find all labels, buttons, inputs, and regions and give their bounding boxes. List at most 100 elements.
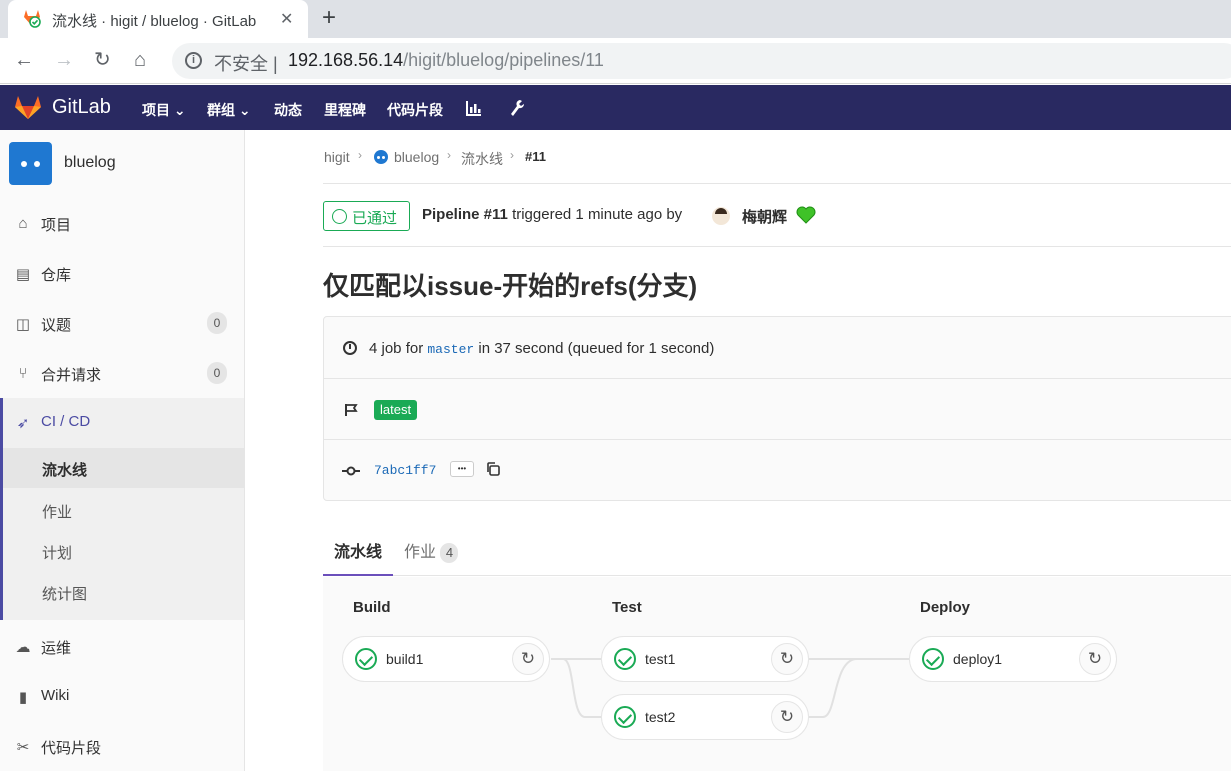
duration-text: 4 job for master in 37 second (queued fo… bbox=[369, 340, 715, 357]
sidebar-subitem-charts[interactable]: 统计图 bbox=[3, 572, 244, 612]
success-status-icon bbox=[614, 706, 636, 728]
pipeline-graph: Build Test Deploy build1 ↻ test1 ↻ test2… bbox=[323, 577, 1231, 771]
sidebar-item-issues[interactable]: ◫ 议题 0 bbox=[0, 299, 244, 349]
commit-icon bbox=[342, 464, 360, 478]
stage-deploy-title: Deploy bbox=[920, 599, 971, 616]
retry-icon[interactable]: ↻ bbox=[771, 701, 803, 733]
sidebar-subitem-schedules[interactable]: 计划 bbox=[3, 531, 244, 571]
sidebar-cicd-section: ➶ CI / CD 流水线 作业 计划 统计图 bbox=[0, 398, 244, 620]
breadcrumb-higit[interactable]: higit bbox=[324, 149, 350, 165]
tab-jobs[interactable]: 作业 4 bbox=[404, 538, 459, 563]
pipeline-tags-row: latest bbox=[324, 379, 1231, 440]
job-name: test2 bbox=[645, 709, 676, 725]
user-name[interactable]: 梅朝辉 bbox=[742, 206, 787, 227]
job-name: deploy1 bbox=[953, 651, 1003, 667]
new-tab-button[interactable]: + bbox=[322, 6, 336, 30]
sidebar-item-project[interactable]: ⌂ 项目 bbox=[0, 199, 244, 249]
chevron-right-icon: › bbox=[510, 148, 514, 162]
pipeline-info: Pipeline #11 triggered 1 minute ago by 梅… bbox=[422, 206, 816, 226]
sidebar-item-label: 议题 bbox=[41, 317, 72, 334]
nav-activity[interactable]: 动态 bbox=[274, 100, 302, 120]
breadcrumb-bluelog[interactable]: bluelog bbox=[394, 149, 439, 165]
reload-icon[interactable]: ↻ bbox=[94, 48, 111, 72]
address-bar[interactable]: i 不安全 | 192.168.56.14/higit/bluelog/pipe… bbox=[172, 43, 1231, 79]
sidebar-subitem-label: 统计图 bbox=[42, 586, 88, 603]
doc-icon: ▤ bbox=[15, 266, 31, 283]
success-status-icon bbox=[355, 648, 377, 670]
home-icon[interactable]: ⌂ bbox=[134, 48, 146, 72]
nav-groups[interactable]: 群组 ⌄ bbox=[207, 100, 251, 120]
sidebar-item-operations[interactable]: ☁ 运维 bbox=[0, 622, 244, 672]
project-avatar[interactable] bbox=[9, 142, 52, 185]
breadcrumb-pipelines[interactable]: 流水线 bbox=[461, 149, 503, 169]
job-deploy1[interactable]: deploy1 ↻ bbox=[909, 636, 1117, 682]
back-icon[interactable]: ← bbox=[14, 48, 34, 72]
home-icon: ⌂ bbox=[18, 215, 28, 232]
pipeline-title: 仅匹配以issue-开始的refs(分支) bbox=[323, 271, 698, 301]
close-tab-icon[interactable]: ✕ bbox=[280, 9, 293, 29]
browser-tab[interactable]: 流水线 · higit / bluelog · GitLab ✕ bbox=[8, 0, 308, 38]
security-label[interactable]: 不安全 | bbox=[214, 50, 278, 76]
sidebar-item-snippets[interactable]: ✂ 代码片段 bbox=[0, 722, 244, 772]
job-test1[interactable]: test1 ↻ bbox=[601, 636, 809, 682]
copy-icon[interactable] bbox=[485, 461, 501, 477]
sidebar-item-label: 代码片段 bbox=[41, 740, 102, 757]
browser-tab-strip: 流水线 · higit / bluelog · GitLab ✕ + bbox=[0, 0, 1231, 38]
retry-icon[interactable]: ↻ bbox=[1079, 643, 1111, 675]
sidebar-item-merge-requests[interactable]: ⑂ 合并请求 0 bbox=[0, 349, 244, 399]
sidebar-subitem-label: 计划 bbox=[42, 545, 73, 562]
pipeline-info-box: 4 job for master in 37 second (queued fo… bbox=[323, 316, 1231, 501]
gitlab-logo-icon[interactable] bbox=[14, 94, 42, 120]
job-name: build1 bbox=[386, 651, 424, 667]
project-name[interactable]: bluelog bbox=[64, 154, 116, 172]
project-mini-avatar-icon bbox=[374, 150, 388, 164]
nav-projects[interactable]: 项目 ⌄ bbox=[142, 100, 186, 120]
divider bbox=[323, 246, 1231, 247]
url-text[interactable]: 192.168.56.14/higit/bluelog/pipelines/11 bbox=[288, 50, 604, 71]
status-badge[interactable]: 已通过 bbox=[323, 201, 410, 231]
status-label: 已通过 bbox=[352, 210, 398, 227]
wrench-icon[interactable] bbox=[509, 99, 525, 117]
browser-tab-title: 流水线 · higit / bluelog · GitLab bbox=[52, 13, 257, 30]
forward-icon[interactable]: → bbox=[54, 48, 74, 72]
nav-snippets[interactable]: 代码片段 bbox=[387, 100, 443, 120]
sidebar-item-label: 项目 bbox=[41, 217, 72, 234]
job-name: test1 bbox=[645, 651, 676, 667]
job-test2[interactable]: test2 ↻ bbox=[601, 694, 809, 740]
sidebar-item-label: 仓库 bbox=[41, 267, 72, 284]
sidebar-item-cicd[interactable]: ➶ CI / CD bbox=[0, 398, 244, 448]
pipeline-duration-row: 4 job for master in 37 second (queued fo… bbox=[324, 317, 1231, 378]
cloud-gear-icon: ☁ bbox=[15, 639, 31, 656]
retry-icon[interactable]: ↻ bbox=[512, 643, 544, 675]
success-status-icon bbox=[614, 648, 636, 670]
sidebar-subitem-label: 作业 bbox=[42, 504, 73, 521]
merge-request-icon: ⑂ bbox=[18, 365, 28, 382]
user-avatar[interactable] bbox=[712, 207, 730, 225]
gitlab-header: GitLab 项目 ⌄ 群组 ⌄ 动态 里程碑 代码片段 bbox=[0, 85, 1231, 130]
chart-icon[interactable] bbox=[466, 100, 482, 116]
pipeline-tabs: 流水线 作业 4 bbox=[322, 524, 1231, 576]
commit-sha-link[interactable]: 7abc1ff7 bbox=[374, 463, 436, 478]
sidebar-item-repository[interactable]: ▤ 仓库 bbox=[0, 249, 244, 299]
chevron-right-icon: › bbox=[358, 148, 362, 162]
branch-link[interactable]: master bbox=[427, 342, 474, 357]
nav-milestones[interactable]: 里程碑 bbox=[324, 100, 366, 120]
divider bbox=[323, 183, 1231, 184]
gitlab-brand[interactable]: GitLab bbox=[52, 96, 111, 119]
tab-pipeline[interactable]: 流水线 bbox=[322, 538, 394, 576]
job-build1[interactable]: build1 ↻ bbox=[342, 636, 550, 682]
sidebar-subitem-pipelines[interactable]: 流水线 bbox=[3, 448, 244, 488]
pipeline-triggered-text: triggered 1 minute ago by bbox=[512, 206, 683, 223]
info-icon[interactable]: i bbox=[185, 52, 202, 69]
sidebar-item-label: Wiki bbox=[41, 687, 70, 704]
sidebar-subitem-jobs[interactable]: 作业 bbox=[3, 490, 244, 530]
project-sidebar: bluelog ⌂ 项目 ▤ 仓库 ◫ 议题 0 ⑂ 合并请求 0 ➶ CI /… bbox=[0, 130, 245, 771]
success-status-icon bbox=[922, 648, 944, 670]
check-circle-icon bbox=[332, 209, 347, 224]
sidebar-item-wiki[interactable]: ▮ Wiki bbox=[0, 672, 244, 722]
expand-commit-button[interactable]: ••• bbox=[450, 461, 474, 477]
issues-icon: ◫ bbox=[15, 316, 31, 333]
breadcrumb-current[interactable]: #11 bbox=[525, 149, 546, 164]
retry-icon[interactable]: ↻ bbox=[771, 643, 803, 675]
sidebar-item-label: 运维 bbox=[41, 640, 72, 657]
